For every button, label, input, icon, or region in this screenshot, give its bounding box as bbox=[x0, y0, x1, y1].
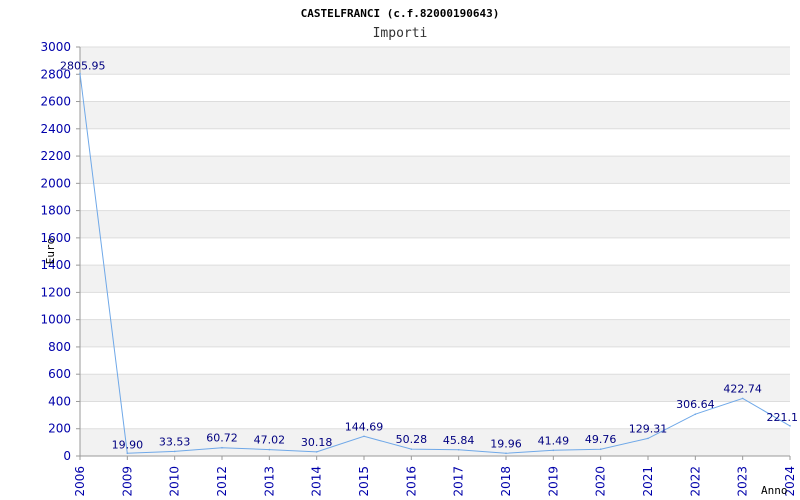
data-label: 19.90 bbox=[112, 438, 144, 451]
data-label: 49.76 bbox=[585, 433, 617, 446]
y-tick-label: 400 bbox=[48, 394, 71, 408]
x-tick-label: 2006 bbox=[73, 466, 87, 497]
chart-subtitle: Importi bbox=[373, 26, 428, 41]
x-tick-label: 2019 bbox=[546, 466, 560, 497]
data-point bbox=[552, 449, 555, 452]
data-point bbox=[505, 452, 507, 455]
y-tick-label: 1800 bbox=[40, 204, 71, 218]
data-label: 422.74 bbox=[723, 382, 762, 395]
x-tick-labels: 2006 2009 2010 2012 2013 2014 2015 2016 2017 2018… bbox=[73, 466, 797, 497]
chart: 0200400600800100012001400160018002000220… bbox=[40, 7, 799, 497]
data-label: 33.53 bbox=[159, 435, 191, 448]
data-point bbox=[173, 450, 176, 453]
y-tick-label: 2600 bbox=[40, 95, 71, 109]
chart-title: CASTELFRANCI (c.f.82000190643) bbox=[301, 7, 500, 20]
data-label: 30.18 bbox=[301, 436, 333, 449]
y-axis-label: Euro bbox=[44, 238, 57, 265]
data-label: 19.96 bbox=[490, 437, 522, 450]
y-tick-label: 2400 bbox=[40, 122, 71, 136]
grid-band bbox=[80, 210, 790, 238]
x-tick-label: 2020 bbox=[594, 466, 608, 497]
x-tick-label: 2021 bbox=[641, 466, 655, 497]
data-label: 45.84 bbox=[443, 434, 475, 447]
data-point bbox=[694, 413, 697, 415]
x-tick-label: 2015 bbox=[357, 466, 371, 497]
data-point bbox=[410, 448, 413, 450]
data-point bbox=[599, 448, 602, 451]
data-label: 144.69 bbox=[345, 420, 384, 433]
grid-band bbox=[80, 47, 790, 75]
data-label: 47.02 bbox=[254, 434, 286, 447]
x-tick-label: 2013 bbox=[262, 466, 276, 497]
y-tick-label: 600 bbox=[48, 367, 71, 381]
grid-band bbox=[80, 156, 790, 184]
x-axis-label: Anno bbox=[761, 484, 788, 497]
x-tick-label: 2016 bbox=[404, 466, 418, 497]
data-point bbox=[126, 452, 129, 455]
data-label: 60.72 bbox=[206, 432, 238, 445]
x-tick-label: 2014 bbox=[310, 466, 324, 497]
grid-bands bbox=[80, 47, 790, 456]
x-tick-label: 2010 bbox=[168, 466, 182, 497]
data-label: 306.64 bbox=[676, 398, 715, 411]
data-label: 50.28 bbox=[396, 433, 428, 446]
x-tick-label: 2018 bbox=[499, 466, 513, 497]
data-point bbox=[268, 448, 271, 451]
grid-band bbox=[80, 265, 790, 293]
x-tick-label: 2023 bbox=[736, 466, 750, 497]
grid-band bbox=[80, 319, 790, 347]
y-tick-label: 1200 bbox=[40, 285, 71, 299]
data-label: 41.49 bbox=[538, 434, 570, 447]
y-tick-label: 200 bbox=[48, 422, 71, 436]
data-point bbox=[363, 435, 365, 438]
y-tick-label: 2000 bbox=[40, 176, 71, 190]
y-tick-label: 2200 bbox=[40, 149, 71, 163]
data-point bbox=[789, 425, 791, 427]
x-tick-label: 2012 bbox=[215, 466, 229, 497]
data-label: 2805.95 bbox=[60, 59, 106, 72]
x-tick-label: 2022 bbox=[688, 466, 702, 497]
data-point bbox=[457, 448, 460, 451]
data-point bbox=[647, 437, 649, 440]
data-label: 221.1 bbox=[767, 411, 799, 424]
grid-band bbox=[80, 101, 790, 129]
x-tick-label: 2009 bbox=[120, 466, 134, 497]
data-point bbox=[79, 72, 81, 75]
x-tick-label: 2017 bbox=[452, 466, 466, 497]
data-point bbox=[741, 397, 744, 400]
data-label: 129.31 bbox=[629, 422, 668, 435]
data-point bbox=[221, 446, 223, 449]
y-tick-label: 1000 bbox=[40, 313, 71, 327]
y-tick-label: 3000 bbox=[40, 40, 71, 54]
y-tick-label: 800 bbox=[48, 340, 71, 354]
y-tick-label: 0 bbox=[63, 449, 71, 463]
data-point bbox=[315, 451, 318, 453]
